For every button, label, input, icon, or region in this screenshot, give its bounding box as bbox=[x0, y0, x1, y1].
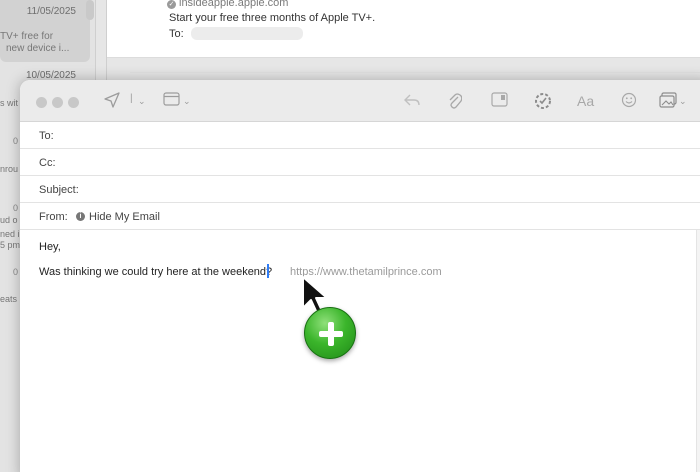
message-preview-header: ✓ insideapple.apple.com Start your free t… bbox=[107, 0, 700, 58]
list-item-snippet: s wit bbox=[0, 98, 18, 108]
preview-subject: Start your free three months of Apple TV… bbox=[169, 12, 376, 24]
list-item-count: 0 bbox=[13, 136, 19, 146]
list-item-snippet: ned i bbox=[0, 229, 20, 239]
list-item-count: 0 bbox=[13, 267, 19, 277]
compose-window[interactable]: | ⌄ ⌄ Aa ⌄ To: Cc: Subject: From: i Hide… bbox=[20, 80, 700, 472]
cc-field[interactable]: Cc: bbox=[20, 149, 700, 176]
copy-plus-icon bbox=[304, 307, 356, 359]
reply-icon[interactable] bbox=[404, 92, 420, 110]
from-value[interactable]: Hide My Email bbox=[89, 211, 160, 223]
text-caret bbox=[267, 264, 269, 278]
info-icon: i bbox=[76, 212, 85, 221]
preview-recipient-redacted bbox=[191, 27, 303, 40]
from-field[interactable]: From: i Hide My Email bbox=[20, 203, 700, 230]
list-item[interactable]: 11/05/2025 TV+ free for new device i... bbox=[0, 0, 90, 62]
attachment-icon[interactable] bbox=[448, 92, 463, 110]
send-icon[interactable] bbox=[104, 92, 120, 110]
subject-field[interactable]: Subject: bbox=[20, 176, 700, 203]
emoji-icon[interactable] bbox=[621, 92, 637, 110]
chevron-down-icon[interactable]: ⌄ bbox=[138, 92, 146, 110]
window-close-button[interactable] bbox=[36, 97, 47, 108]
list-item-snippet: eats bbox=[0, 294, 18, 304]
body-text: Was thinking we could try here at the we… bbox=[39, 266, 273, 278]
to-label: To: bbox=[39, 130, 54, 142]
list-item-snippet: 5 pm bbox=[0, 240, 21, 250]
subject-label: Subject: bbox=[39, 184, 79, 196]
separator: | bbox=[130, 93, 133, 104]
chevron-down-icon[interactable]: ⌄ bbox=[679, 92, 687, 110]
window-zoom-button[interactable] bbox=[68, 97, 79, 108]
badge-icon[interactable] bbox=[534, 92, 552, 110]
from-label: From: bbox=[39, 211, 68, 223]
divider bbox=[130, 72, 700, 73]
body-greeting: Hey, bbox=[39, 241, 61, 253]
cc-label: Cc: bbox=[39, 157, 56, 169]
list-scrollbar[interactable] bbox=[86, 0, 94, 20]
preview-sender: ✓ insideapple.apple.com bbox=[167, 0, 289, 9]
to-field[interactable]: To: bbox=[20, 122, 700, 149]
list-item-snippet: TV+ free for new device i... bbox=[0, 31, 70, 54]
list-item-date: 11/05/2025 bbox=[26, 6, 76, 17]
chevron-down-icon[interactable]: ⌄ bbox=[183, 92, 191, 110]
list-item-snippet: ud o bbox=[0, 215, 18, 225]
list-item-count: 0 bbox=[13, 203, 19, 213]
header-fields-icon[interactable] bbox=[163, 92, 180, 110]
compose-toolbar: | ⌄ ⌄ Aa ⌄ bbox=[20, 80, 700, 122]
compose-scrollbar[interactable] bbox=[696, 230, 700, 472]
preview-to-label: To: bbox=[169, 28, 184, 40]
window-minimize-button[interactable] bbox=[52, 97, 63, 108]
font-icon[interactable]: Aa bbox=[577, 92, 594, 110]
list-item-snippet: nrou bbox=[0, 164, 19, 174]
photo-browser-icon[interactable] bbox=[659, 92, 677, 110]
annotate-icon[interactable] bbox=[491, 92, 508, 110]
verified-icon: ✓ bbox=[167, 0, 176, 9]
